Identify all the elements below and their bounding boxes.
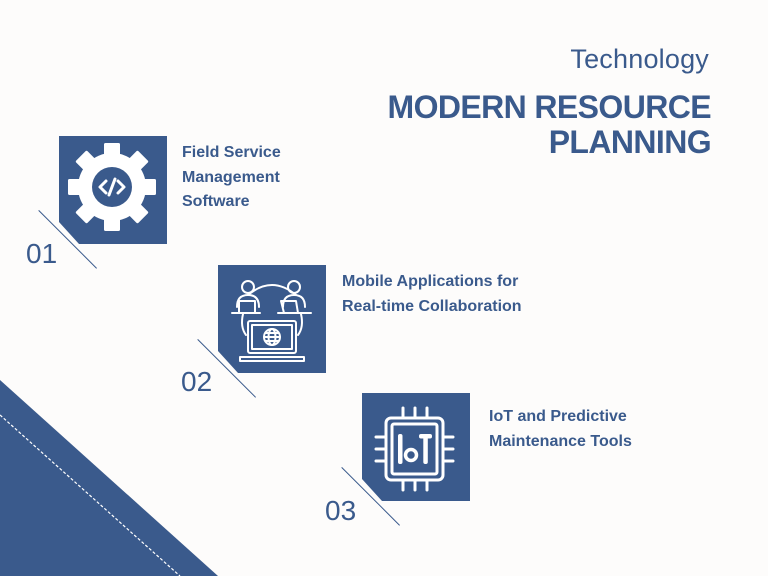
item-card-1: [59, 136, 167, 244]
item-number-2: 02: [181, 366, 213, 397]
item-card-2: [218, 265, 326, 373]
item-label-3: IoT and Predictive Maintenance Tools: [489, 408, 632, 450]
page-title: MODERN RESOURCE PLANNING: [387, 89, 712, 160]
gear-code-icon: [59, 136, 167, 244]
item-label-2: Mobile Applications for Real-time Collab…: [342, 273, 522, 315]
team-collaboration-icon: [218, 265, 326, 373]
item-card-3: [362, 393, 470, 501]
item-number-3: 03: [325, 495, 357, 526]
item-number-1: 01: [26, 238, 58, 269]
item-label-1: Field Service Management Software: [182, 144, 281, 210]
iot-chip-icon: [362, 393, 470, 501]
category-subtitle: Technology: [570, 44, 709, 74]
